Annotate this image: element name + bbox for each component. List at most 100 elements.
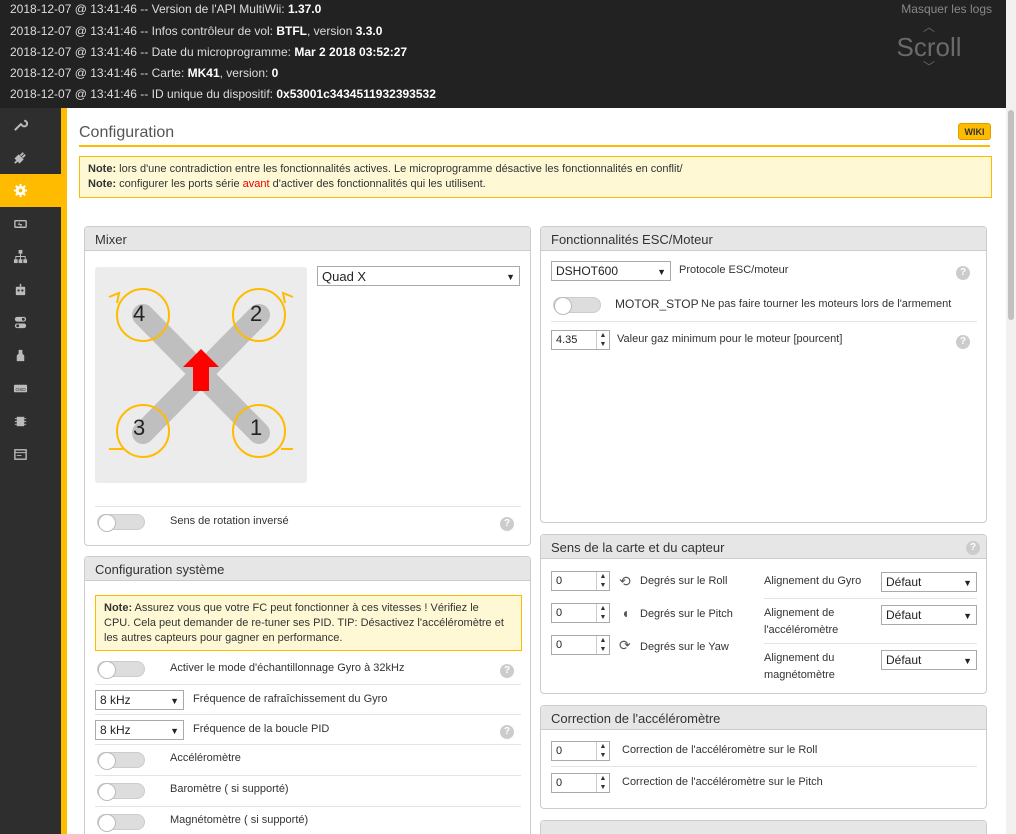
sidebar-item-power[interactable]: [0, 207, 61, 240]
sidebar-item-ports[interactable]: [0, 141, 61, 174]
barometer-label: Baromètre ( si supporté): [170, 783, 289, 795]
reverse-motors-toggle[interactable]: [97, 514, 145, 532]
motor-2-label: 2: [250, 301, 263, 326]
acc-trim-pitch-label: Correction de l'accéléromètre sur le Pit…: [622, 776, 823, 788]
motor-4-label: 4: [133, 301, 146, 326]
mixer-title: Mixer: [85, 227, 530, 251]
sidebar: OSD: [0, 108, 61, 834]
motor-3-label: 3: [133, 415, 146, 440]
rotate-icon: ⟲: [619, 573, 631, 589]
help-icon[interactable]: ?: [500, 725, 514, 739]
gyro-alignment-select[interactable]: Défaut: [881, 572, 977, 592]
page-scrollbar[interactable]: [1006, 0, 1016, 834]
motor-stop-label: MOTOR_STOP: [615, 297, 699, 311]
min-throttle-input[interactable]: 4.35 ▲ ▼: [551, 330, 610, 350]
chip-icon: [14, 416, 27, 427]
esc-panel: Fonctionnalités ESC/Moteur DSHOT600 Prot…: [540, 226, 987, 523]
accelerometer-label: Accéléromètre: [170, 752, 241, 764]
sidebar-item-configuration[interactable]: [0, 174, 61, 207]
help-icon[interactable]: ?: [956, 266, 970, 280]
acc-alignment-select[interactable]: Défaut: [881, 605, 977, 625]
chevron-down-icon: ﹀: [922, 60, 935, 74]
next-panel-head: [541, 821, 986, 834]
log-line: 2018-12-07 @ 13:41:46 -- Infos contrôleu…: [10, 24, 383, 38]
next-panel: [540, 820, 987, 834]
motor-stop-toggle[interactable]: [553, 297, 601, 315]
system-config-title: Configuration système: [85, 557, 530, 581]
accelerometer-toggle[interactable]: [97, 752, 145, 770]
plug-icon: [14, 152, 26, 164]
log-line: 2018-12-07 @ 13:41:46 -- Date du micropr…: [10, 45, 408, 59]
pid-frequency-label: Fréquence de la boucle PID: [193, 723, 330, 735]
stepper-icon[interactable]: ▲ ▼: [596, 331, 609, 349]
stepper-icon[interactable]: ▲ ▼: [596, 774, 609, 792]
svg-text:OSD: OSD: [15, 387, 26, 392]
log-line: 2018-12-07 @ 13:41:46 -- Version de l'AP…: [10, 2, 322, 16]
hide-logs-link[interactable]: Masquer les logs: [901, 2, 992, 16]
barometer-toggle[interactable]: [97, 783, 145, 801]
bottle-icon: [16, 349, 25, 362]
sidebar-item-osd[interactable]: OSD: [0, 372, 61, 405]
acc-trim-roll-input[interactable]: 0 ▲ ▼: [551, 741, 610, 761]
esc-protocol-select[interactable]: DSHOT600: [551, 261, 671, 281]
sidebar-item-modes[interactable]: [0, 306, 61, 339]
sidebar-item-blackbox[interactable]: [0, 405, 61, 438]
log-line: 2018-12-07 @ 13:41:46 -- Carte: MK41, ve…: [10, 66, 279, 80]
stepper-icon[interactable]: ▲ ▼: [596, 604, 609, 622]
divider: [764, 598, 977, 599]
divider: [551, 766, 977, 767]
scroll-label: Scroll: [896, 32, 962, 62]
mixer-select[interactable]: Quad X: [317, 266, 520, 286]
toggles-icon: [14, 316, 27, 329]
help-icon[interactable]: ?: [500, 517, 514, 531]
divider: [95, 806, 521, 807]
stepper-icon[interactable]: ▲ ▼: [596, 572, 609, 590]
gyro32-toggle[interactable]: [97, 661, 145, 679]
stepper-icon[interactable]: ▲ ▼: [596, 636, 609, 654]
divider: [95, 714, 521, 715]
esc-protocol-label: Protocole ESC/moteur: [679, 264, 789, 276]
sidebar-item-failsafe[interactable]: [0, 240, 61, 273]
divider: [95, 775, 521, 776]
sidebar-item-motors[interactable]: [0, 339, 61, 372]
pid-frequency-select[interactable]: 8 kHz: [95, 720, 184, 740]
note-banner: Note: lors d'une contradiction entre les…: [79, 156, 992, 198]
network-icon: [13, 249, 28, 264]
motor-stop-desc: Ne pas faire tourner les moteurs lors de…: [701, 298, 952, 310]
scrollbar-thumb[interactable]: [1008, 110, 1014, 320]
gyro-frequency-label: Fréquence de rafraîchissement du Gyro: [193, 693, 388, 705]
divider: [95, 684, 521, 685]
gear-icon: [13, 183, 28, 198]
divider: [95, 744, 521, 745]
quad-diagram: 4 2 3 1: [95, 267, 307, 483]
sidebar-item-setup[interactable]: [0, 108, 61, 141]
yaw-degrees-input[interactable]: 0 ▲ ▼: [551, 635, 610, 655]
help-icon[interactable]: ?: [956, 335, 970, 349]
window-icon: [14, 449, 27, 460]
acc-trim-pitch-input[interactable]: 0 ▲ ▼: [551, 773, 610, 793]
osd-icon: OSD: [13, 384, 28, 393]
gyro32-label: Activer le mode d'échantillonnage Gyro à…: [170, 662, 405, 674]
system-note: Note: Assurez vous que votre FC peut fon…: [95, 595, 522, 651]
system-config-panel: Configuration système Note: Assurez vous…: [84, 556, 531, 834]
sidebar-item-receiver[interactable]: [0, 273, 61, 306]
gyro-frequency-select[interactable]: 8 kHz: [95, 690, 184, 710]
acc-trim-panel: Correction de l'accéléromètre 0 ▲ ▼ Correc…: [540, 705, 987, 809]
wiki-button[interactable]: WIKI: [958, 123, 991, 140]
stepper-icon[interactable]: ▲ ▼: [596, 742, 609, 760]
esc-title: Fonctionnalités ESC/Moteur: [541, 227, 986, 251]
scroll-toggle[interactable]: ︿ Scroll ﹀: [896, 20, 962, 86]
chevron-up-icon: ︿: [922, 20, 935, 34]
robot-icon: [15, 283, 26, 296]
gyro-alignment-label: Alignement du Gyro: [764, 575, 862, 587]
sidebar-item-cli[interactable]: [0, 438, 61, 471]
help-icon[interactable]: ?: [966, 541, 980, 555]
help-icon[interactable]: ?: [500, 664, 514, 678]
log-panel: 2018-12-07 @ 13:41:46 -- Version de l'AP…: [0, 0, 1006, 108]
magnetometer-toggle[interactable]: [97, 814, 145, 832]
roll-degrees-input[interactable]: 0 ▲ ▼: [551, 571, 610, 591]
mag-alignment-select[interactable]: Défaut: [881, 650, 977, 670]
battery-icon: [14, 219, 27, 228]
magnetometer-label: Magnétomètre ( si supporté): [170, 814, 309, 826]
pitch-degrees-input[interactable]: 0 ▲ ▼: [551, 603, 610, 623]
